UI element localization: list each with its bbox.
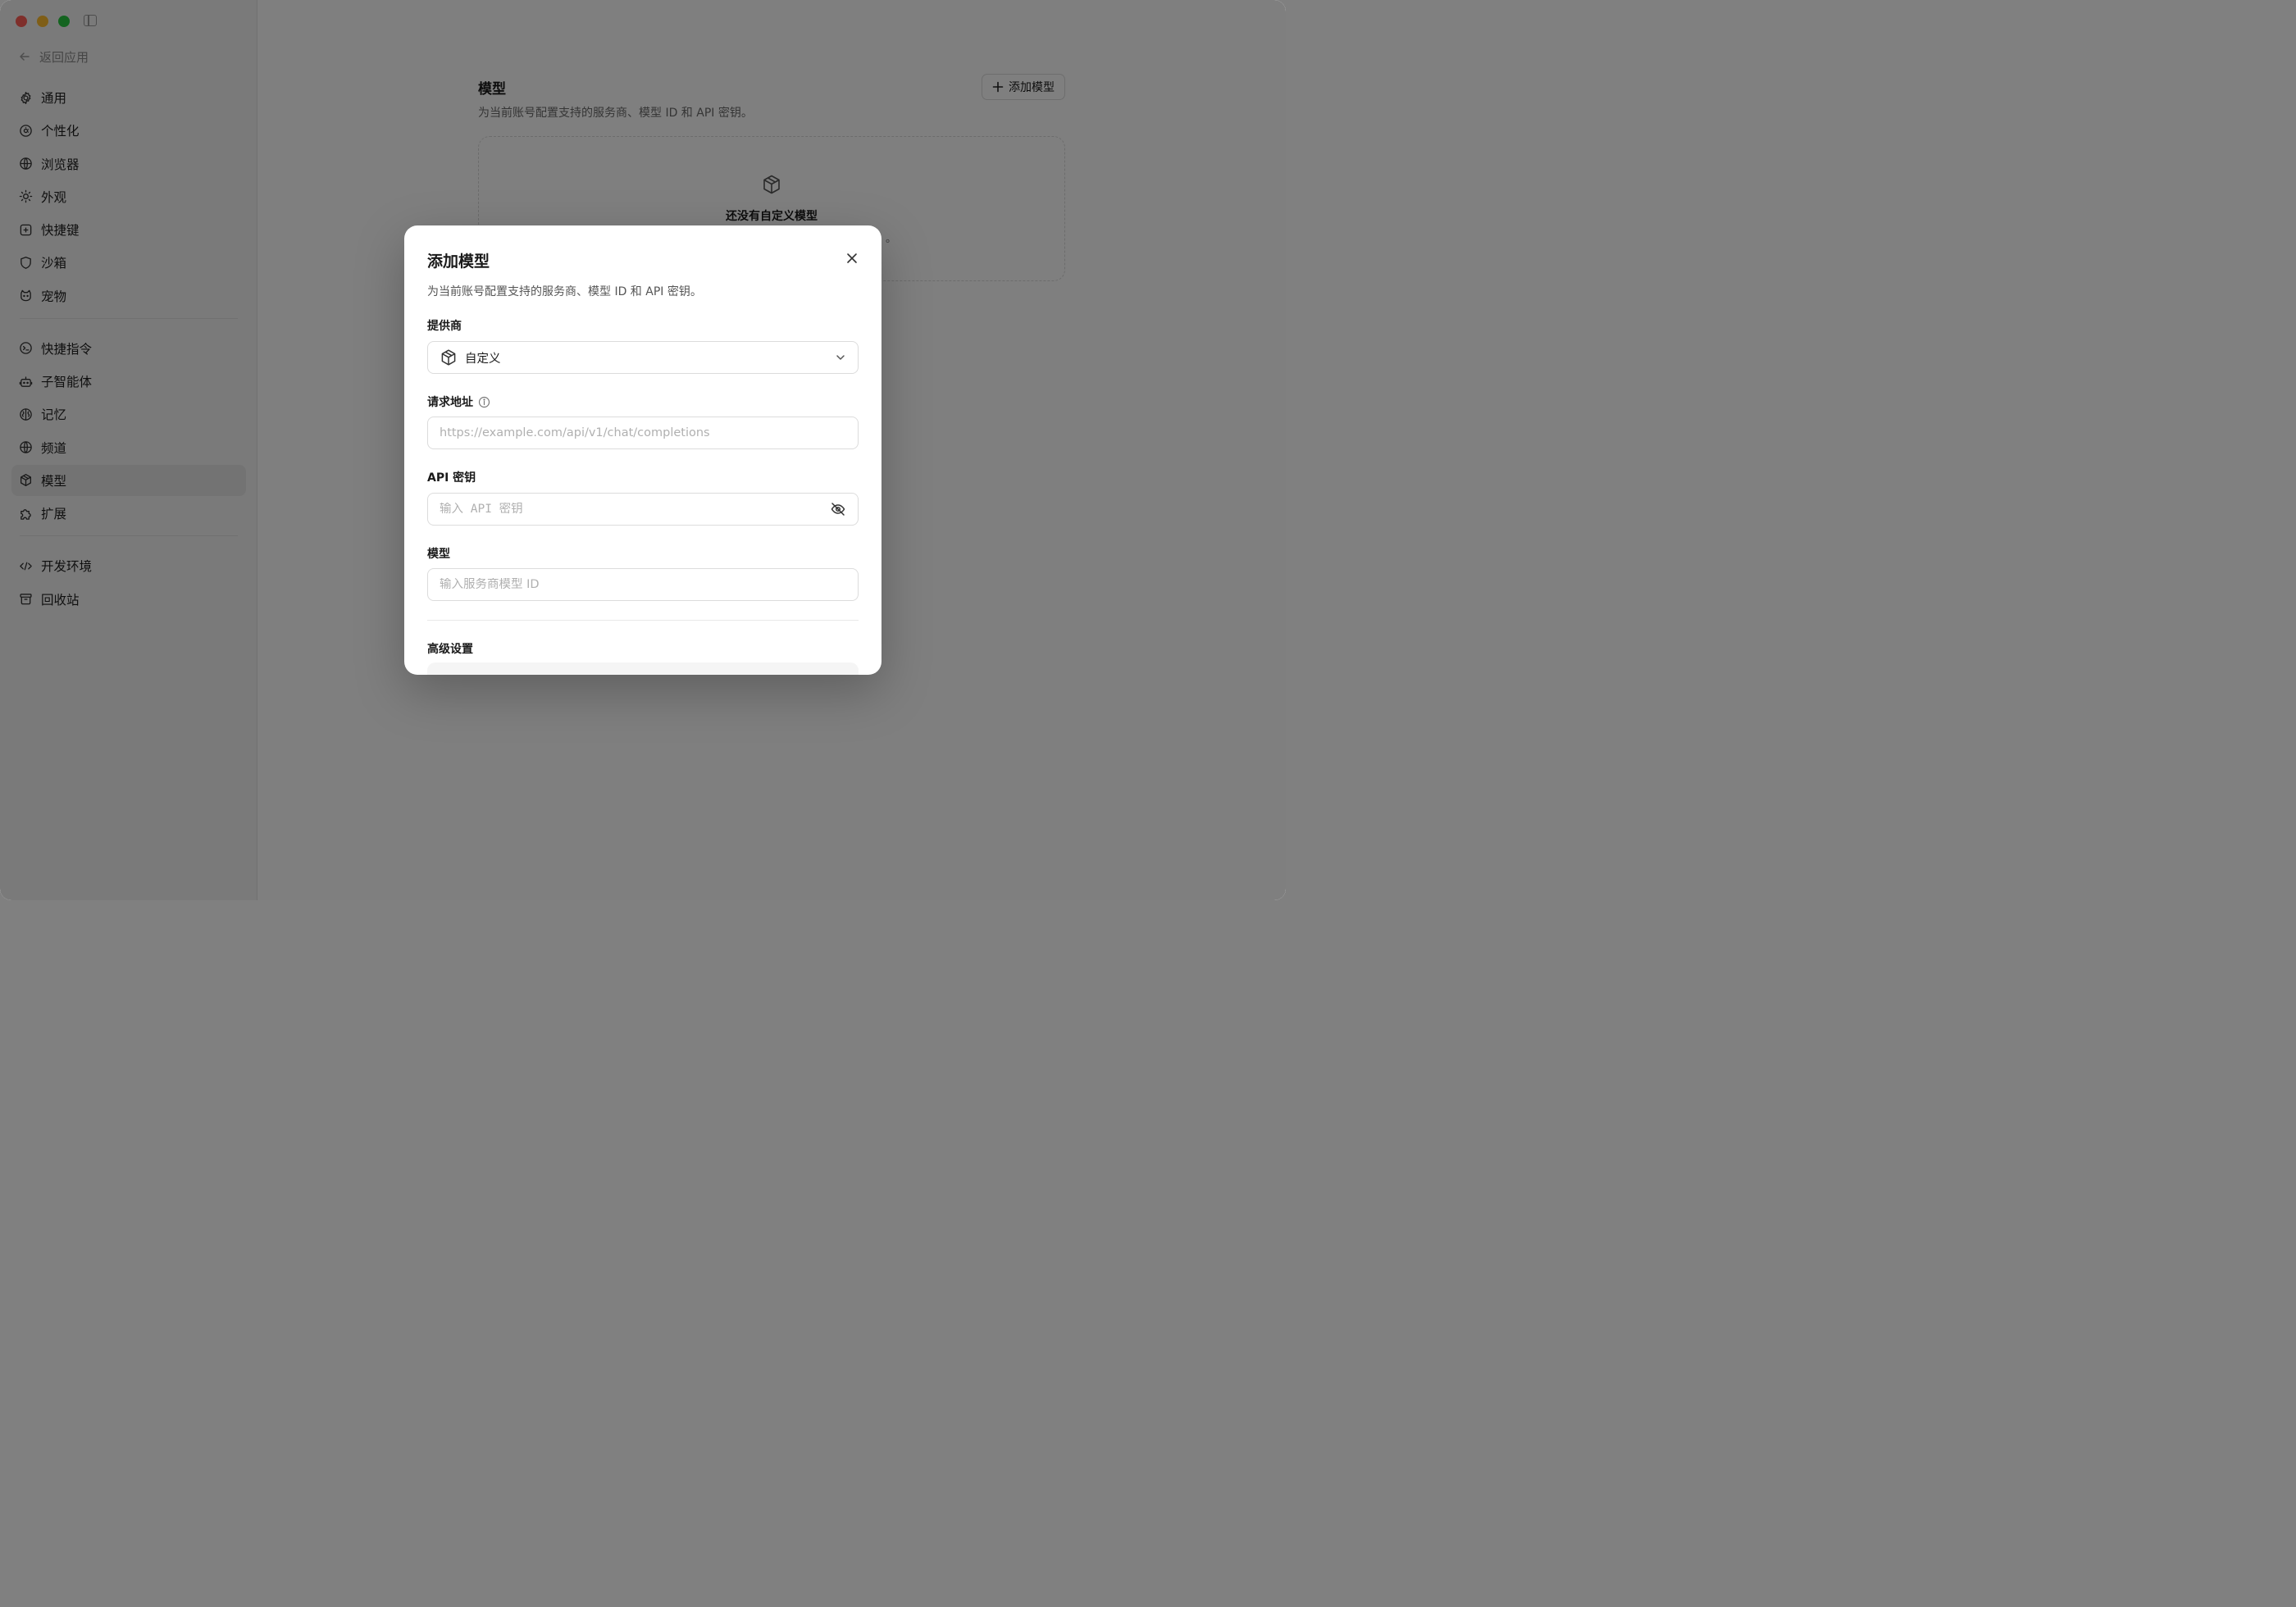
provider-select[interactable]: 自定义 <box>427 341 859 374</box>
eye-off-icon[interactable] <box>830 501 846 517</box>
model-id-field[interactable] <box>427 568 859 601</box>
provider-label-text: 提供商 <box>427 320 462 333</box>
model-label-text: 模型 <box>427 548 450 561</box>
endpoint-label-text: 请求地址 <box>427 396 473 409</box>
advanced-settings-section[interactable] <box>427 662 859 675</box>
model-label: 模型 <box>427 545 450 562</box>
dialog-title: 添加模型 <box>427 253 490 271</box>
provider-value: 自定义 <box>465 352 501 366</box>
api-key-label: API 密钥 <box>427 469 476 485</box>
chevron-down-icon <box>836 355 845 360</box>
close-icon[interactable] <box>845 252 859 265</box>
endpoint-field[interactable] <box>427 417 859 449</box>
advanced-settings-label-text: 高级设置 <box>427 643 473 656</box>
info-icon[interactable] <box>478 396 490 408</box>
api-key-input[interactable] <box>440 503 830 516</box>
api-key-field[interactable] <box>427 493 859 526</box>
dialog-description: 为当前账号配置支持的服务商、模型 ID 和 API 密钥。 <box>427 285 702 298</box>
app-window: 返回应用 通用 个性化 浏览器 外观 快捷键 <box>0 0 1286 900</box>
provider-label: 提供商 <box>427 317 462 334</box>
cube-icon <box>441 349 456 366</box>
section-divider <box>427 620 859 621</box>
advanced-settings-label: 高级设置 <box>427 640 473 657</box>
api-key-label-text: API 密钥 <box>427 471 476 485</box>
model-id-input[interactable] <box>440 578 846 591</box>
endpoint-label: 请求地址 <box>427 394 490 410</box>
endpoint-input[interactable] <box>440 426 846 439</box>
add-model-dialog: 添加模型 为当前账号配置支持的服务商、模型 ID 和 API 密钥。 提供商 自… <box>404 225 882 675</box>
